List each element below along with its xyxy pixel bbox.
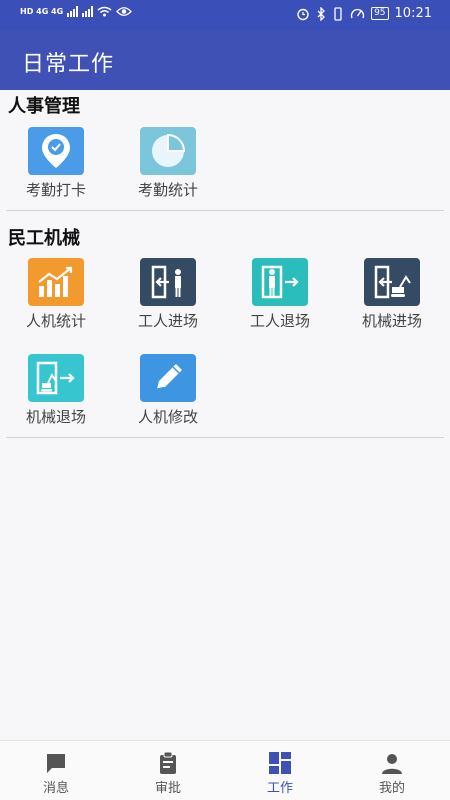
worker-enter-icon [140, 258, 196, 306]
tab-me[interactable]: 我的 [336, 741, 448, 800]
tile-labor-machine-stats[interactable]: 人机统计 [0, 258, 112, 346]
tile-label: 考勤统计 [137, 181, 198, 199]
tab-label: 工作 [266, 781, 293, 796]
status-left: HD 4G 4G [20, 6, 133, 17]
section-divider [6, 437, 444, 438]
signal-icon-2 [82, 6, 94, 17]
tab-label: 审批 [154, 781, 181, 796]
page-title: 日常工作 [22, 52, 115, 77]
tile-machine-enter[interactable]: 机械进场 [336, 258, 448, 346]
worker-exit-icon [252, 258, 308, 306]
network-indicator: HD 4G 4G [20, 7, 64, 16]
bottom-tab-bar: 消息 审批 工作 我的 [0, 740, 450, 800]
tile-labor-machine-edit[interactable]: 人机修改 [112, 354, 224, 442]
status-right: 95 10:21 [296, 6, 432, 21]
pencil-icon [140, 354, 196, 402]
tab-label: 消息 [42, 781, 69, 796]
wifi-icon [97, 6, 112, 17]
app-bar: 日常工作 [0, 30, 450, 90]
tile-attendance-stats[interactable]: 考勤统计 [112, 127, 224, 215]
time: 10:21 [394, 6, 432, 21]
tile-machine-exit[interactable]: 机械退场 [0, 354, 112, 442]
eye-icon [116, 7, 133, 16]
tab-approval[interactable]: 审批 [112, 741, 224, 800]
battery-level: 95 [371, 7, 389, 20]
tile-attendance-clock-in[interactable]: 考勤打卡 [0, 127, 112, 215]
chat-icon [47, 754, 65, 773]
person-icon [382, 754, 402, 774]
machine-exit-icon [28, 354, 84, 402]
tab-label: 我的 [378, 781, 405, 796]
vibrate-icon [334, 6, 342, 21]
grid-icon [269, 752, 291, 774]
alarm-icon [297, 8, 309, 20]
section-title-personnel: 人事管理 [8, 96, 80, 117]
location-clock-icon [28, 127, 84, 175]
section-title-labor-machinery: 民工机械 [8, 228, 80, 249]
tile-label: 机械退场 [25, 408, 86, 426]
tile-label: 考勤打卡 [25, 181, 86, 199]
section-divider [6, 210, 444, 211]
speed-icon [350, 8, 365, 19]
tab-work[interactable]: 工作 [224, 741, 336, 800]
bluetooth-icon [317, 6, 325, 21]
pie-chart-icon [140, 127, 196, 175]
tile-label: 工人退场 [249, 312, 310, 330]
status-bar: HD 4G 4G 95 10:21 [0, 0, 450, 30]
tile-label: 机械进场 [361, 312, 422, 330]
tile-label: 人机修改 [137, 408, 198, 426]
tile-label: 工人进场 [137, 312, 198, 330]
machine-enter-icon [364, 258, 420, 306]
tile-label: 人机统计 [25, 312, 86, 330]
bar-trend-icon [28, 258, 84, 306]
tile-worker-enter[interactable]: 工人进场 [112, 258, 224, 346]
tile-worker-exit[interactable]: 工人退场 [224, 258, 336, 346]
signal-icon [67, 6, 79, 17]
clipboard-icon [160, 751, 176, 774]
tab-messages[interactable]: 消息 [0, 741, 112, 800]
